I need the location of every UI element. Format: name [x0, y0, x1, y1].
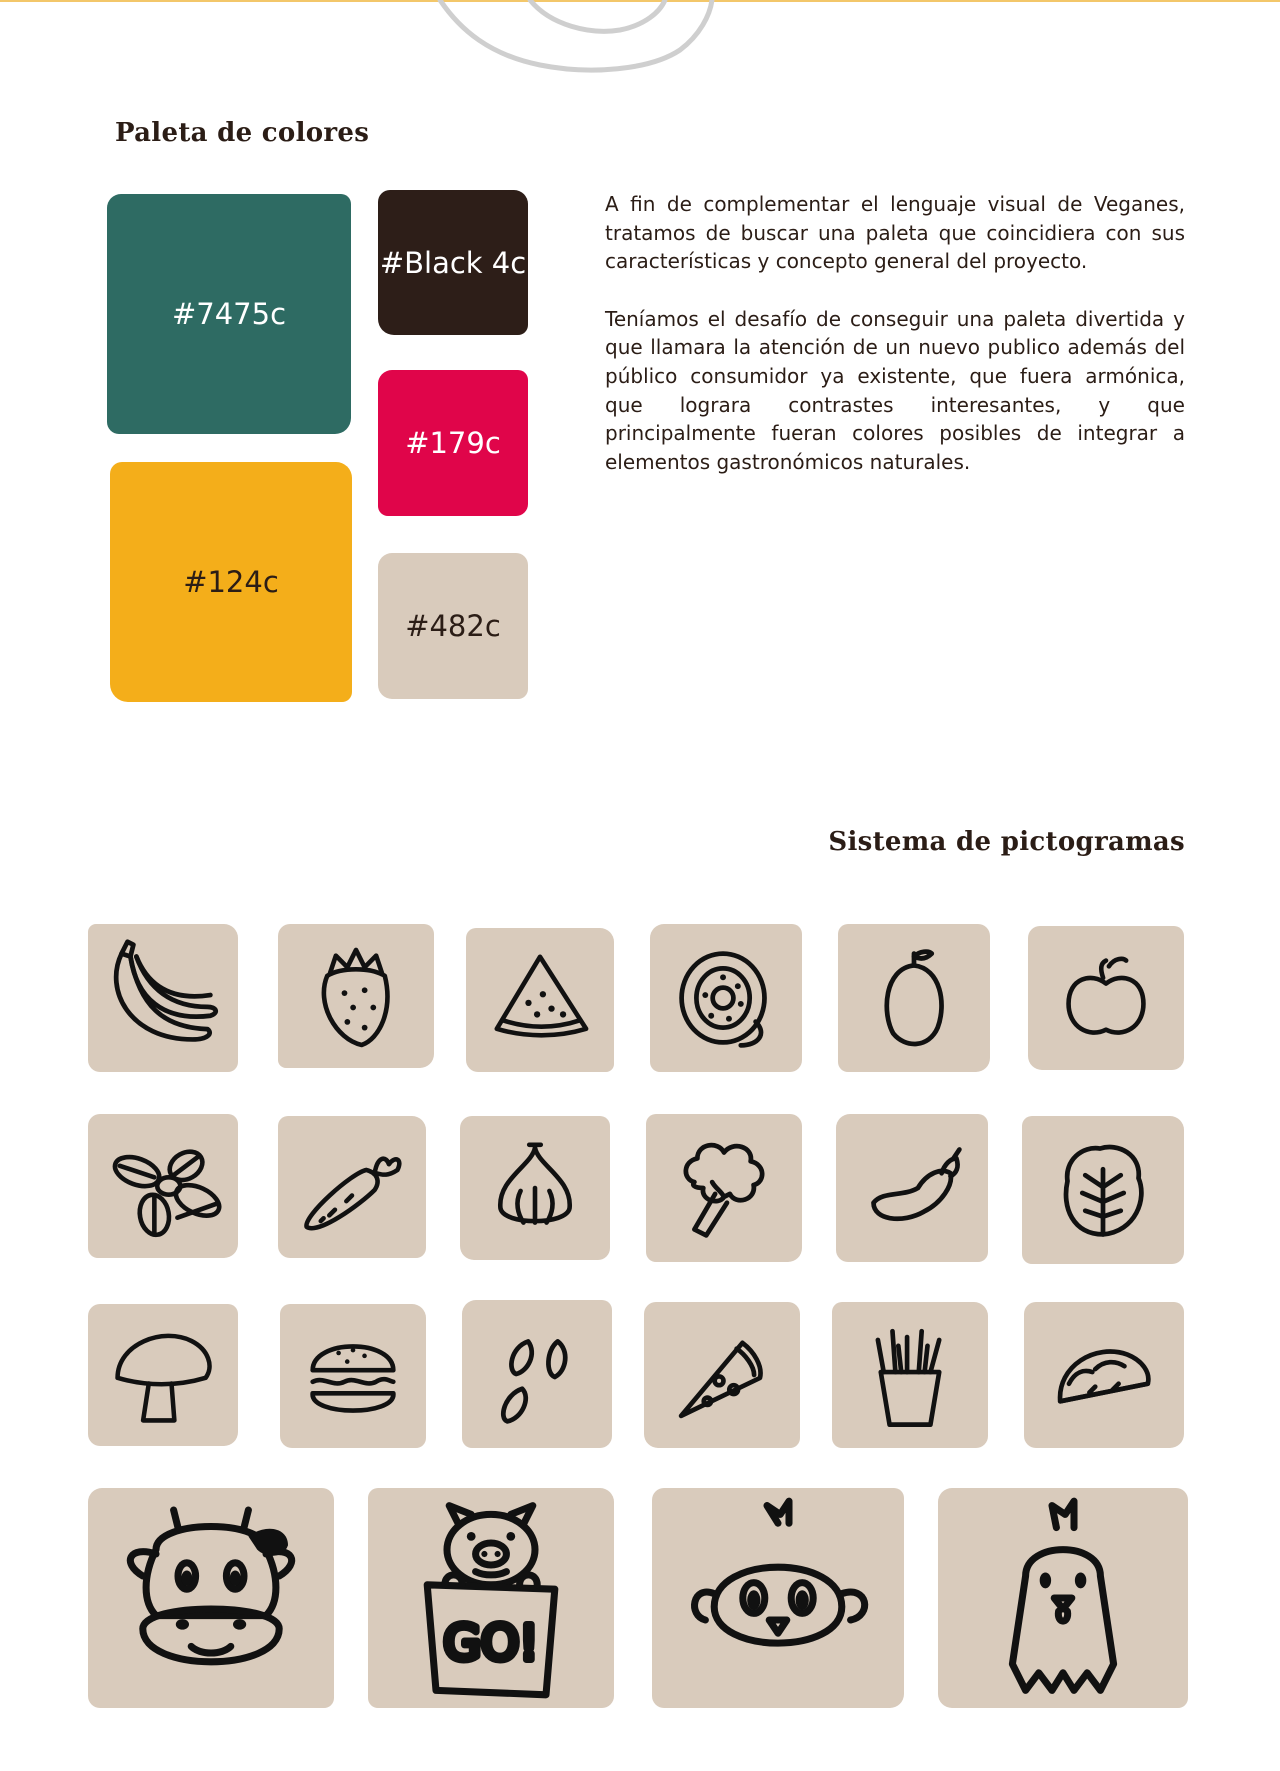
basil-icon	[112, 1149, 222, 1238]
tile-taco	[1024, 1302, 1184, 1448]
eggplant-icon	[871, 1147, 962, 1222]
palette-description: A fin de complementar el lenguaje visual…	[605, 190, 1185, 505]
tile-fries	[832, 1302, 988, 1448]
watermelon-icon	[494, 954, 589, 1038]
banana-icon	[113, 939, 219, 1042]
tile-lettuce	[1022, 1116, 1184, 1264]
description-paragraph-1: A fin de complementar el lenguaje visual…	[605, 192, 1185, 274]
swatch-beige: #482c	[378, 553, 528, 699]
tile-banana	[88, 924, 238, 1072]
sign-text: GO!	[444, 1616, 539, 1672]
swatch-label: #7475c	[171, 297, 287, 331]
hand-doodle-icon	[437, 0, 715, 73]
tile-pig: GO!	[368, 1488, 614, 1708]
tile-garlic	[460, 1116, 610, 1260]
burger-icon	[310, 1344, 396, 1413]
tile-plum	[838, 924, 990, 1072]
pictograms-title: Sistema de pictogramas	[828, 827, 1185, 857]
tile-eggplant	[836, 1114, 988, 1262]
apple-icon	[1066, 956, 1146, 1035]
plum-icon	[884, 949, 944, 1047]
tile-apple	[1028, 926, 1184, 1070]
carrot-icon	[304, 1156, 402, 1231]
tile-burger	[280, 1304, 426, 1448]
description-paragraph-2: Teníamos el desafío de conseguir una pal…	[605, 306, 1185, 474]
tile-chick	[652, 1488, 904, 1708]
seeds-icon	[501, 1339, 568, 1424]
swatch-label: #Black 4c	[379, 245, 527, 280]
swatch-label: #179c	[405, 426, 501, 460]
palette-title: Paleta de colores	[115, 118, 370, 148]
swatch-label: #482c	[405, 609, 501, 643]
chick-icon	[691, 1497, 869, 1647]
tile-hen	[938, 1488, 1188, 1708]
tile-pizza	[644, 1302, 800, 1448]
pig-icon: GO!	[423, 1502, 559, 1699]
hen-icon	[1008, 1497, 1118, 1694]
tile-broccoli	[646, 1114, 802, 1262]
swatch-label: #124c	[183, 565, 279, 599]
tile-carrot	[278, 1116, 426, 1258]
pizza-icon	[678, 1340, 763, 1419]
tile-cow	[88, 1488, 334, 1708]
swatch-yellow: #124c	[110, 462, 352, 702]
tile-mushroom	[88, 1304, 238, 1446]
cow-icon	[127, 1506, 295, 1666]
swatch-black: #Black 4c	[378, 190, 528, 335]
swatch-teal: #7475c	[107, 194, 351, 434]
garlic-icon	[498, 1142, 572, 1225]
kiwi-icon	[679, 951, 767, 1048]
tile-seeds	[462, 1300, 612, 1448]
strawberry-icon	[321, 947, 390, 1048]
broccoli-icon	[683, 1142, 765, 1238]
taco-icon	[1057, 1349, 1151, 1404]
fries-icon	[875, 1328, 942, 1427]
tile-strawberry	[278, 924, 434, 1068]
tile-basil	[88, 1114, 238, 1258]
tile-kiwi	[650, 924, 802, 1072]
swatch-pink: #179c	[378, 370, 528, 516]
tile-watermelon	[466, 928, 614, 1072]
lettuce-icon	[1063, 1144, 1144, 1237]
mushroom-icon	[115, 1333, 212, 1423]
